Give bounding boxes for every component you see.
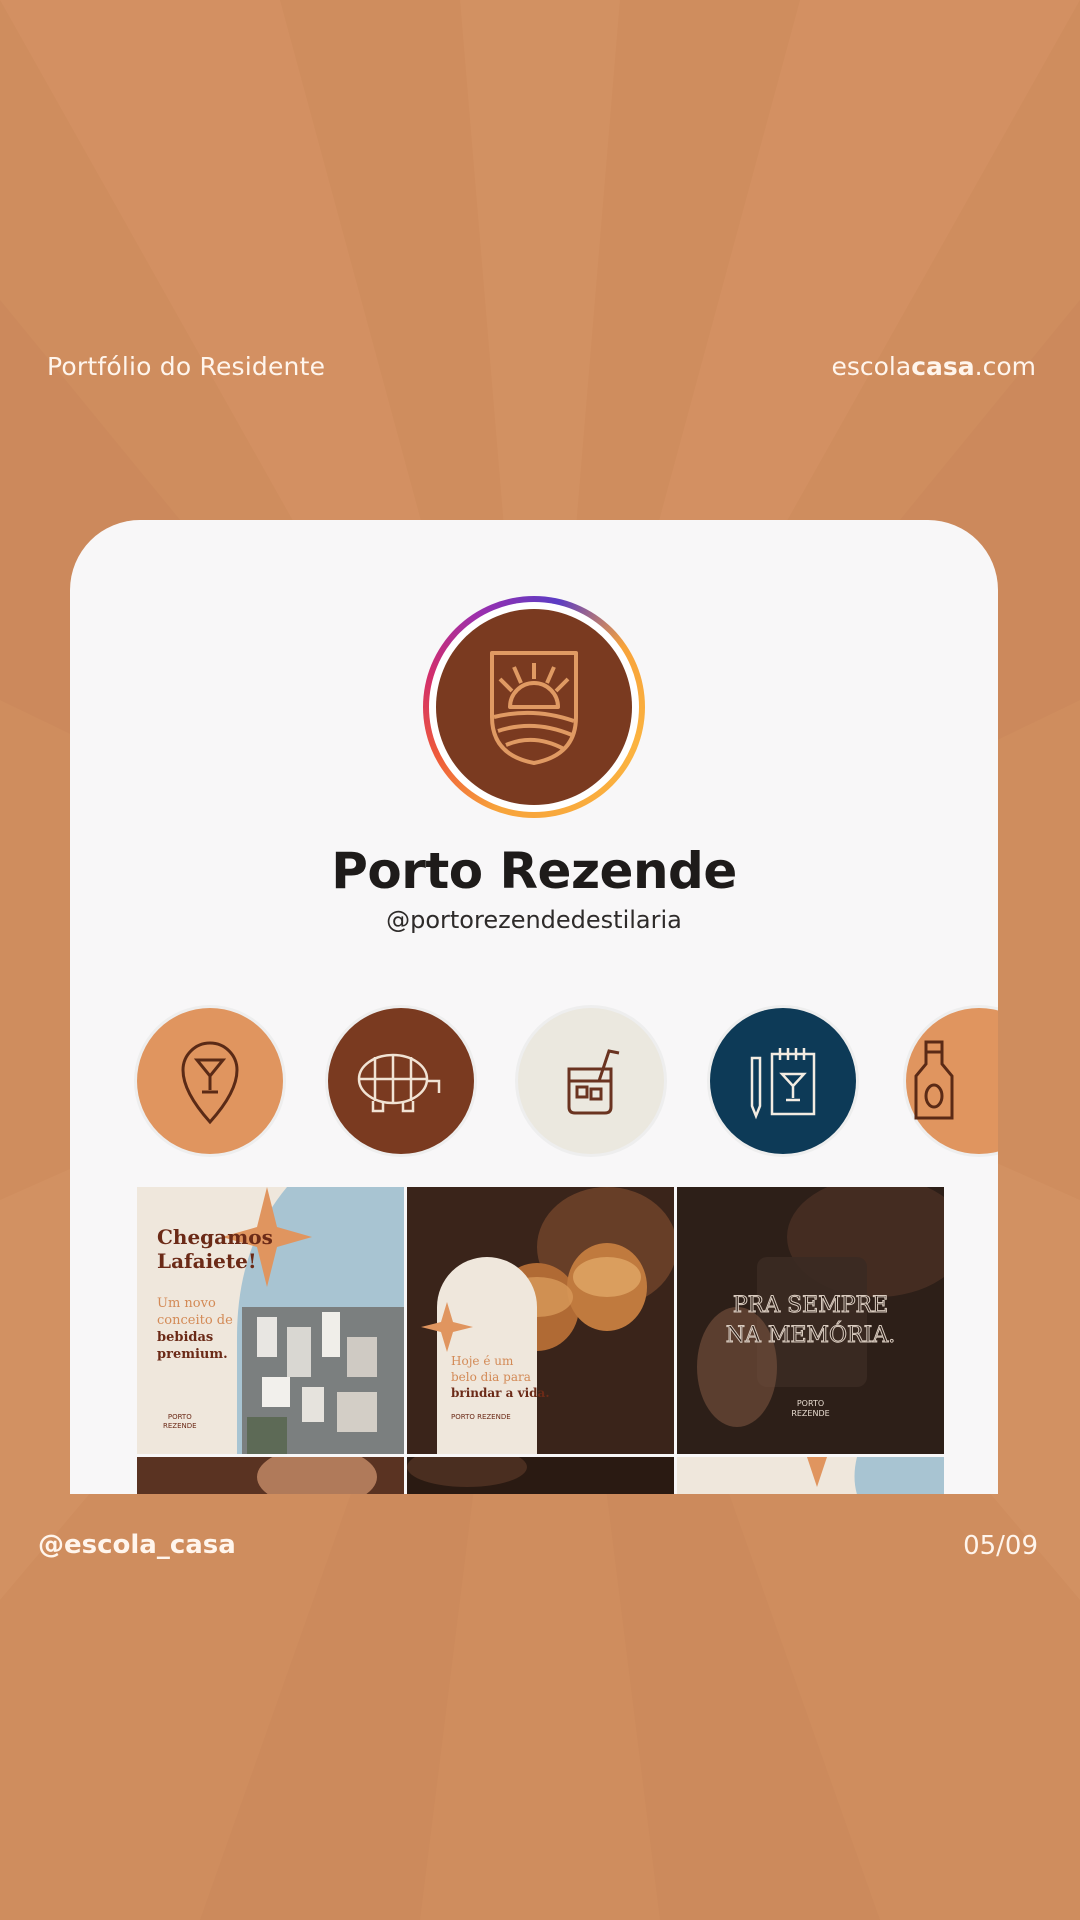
- post3-logo-line2: REZENDE: [791, 1409, 830, 1418]
- post1-body-line4: premium.: [157, 1347, 228, 1362]
- site-url: escolacasa.com: [831, 352, 1036, 381]
- highlight-bottle[interactable]: [906, 1008, 998, 1154]
- post-tile[interactable]: Chegamos Lafaiete! Um novo conceito de b…: [137, 1187, 404, 1454]
- post-tile[interactable]: [137, 1457, 404, 1494]
- post-toast-photo: [407, 1187, 674, 1454]
- highlight-barrel[interactable]: [328, 1008, 474, 1154]
- highlight-location[interactable]: [137, 1008, 283, 1154]
- post3-line2: NA MEMÓRIA.: [725, 1323, 896, 1349]
- drink-glass-icon: [567, 1049, 620, 1115]
- highlight-menu[interactable]: [710, 1008, 856, 1154]
- post1-title-line1: Chegamos: [157, 1225, 273, 1249]
- barrel-icon: [357, 1053, 441, 1113]
- post-tile[interactable]: [677, 1457, 944, 1494]
- post-tile[interactable]: [407, 1457, 674, 1494]
- portfolio-label: Portfólio do Residente: [47, 352, 326, 381]
- post-photo: [807, 1457, 944, 1494]
- site-url-bold: casa: [911, 352, 975, 381]
- post-photo: [257, 1457, 377, 1494]
- profile-name: Porto Rezende: [331, 842, 737, 900]
- post-photo: [407, 1457, 527, 1487]
- post1-body-line3: bebidas: [157, 1330, 214, 1345]
- page-counter: 05/09: [963, 1531, 1038, 1561]
- profile-handle: @portorezendedestilaria: [386, 906, 682, 934]
- avatar[interactable]: [436, 609, 632, 805]
- story-ring[interactable]: [423, 596, 645, 818]
- instagram-profile-card: Porto Rezende @portorezendedestilaria Ch…: [70, 520, 998, 1494]
- post3-line1: PRA SEMPRE: [732, 1293, 889, 1319]
- post1-body-line1: Um novo: [157, 1296, 216, 1311]
- post2-logo: PORTO REZENDE: [451, 1413, 511, 1421]
- post-tile[interactable]: Hoje é um belo dia para brindar a vida. …: [407, 1187, 674, 1454]
- menu-notepad-icon: [750, 1048, 816, 1120]
- location-cocktail-icon: [181, 1041, 239, 1125]
- post-tile[interactable]: PRA SEMPRE NA MEMÓRIA. PORTO REZENDE: [677, 1187, 944, 1454]
- instagram-handle: @escola_casa: [38, 1530, 236, 1560]
- post2-line1: Hoje é um: [451, 1354, 514, 1368]
- post1-title-line2: Lafaiete!: [157, 1249, 257, 1273]
- post3-logo-line1: PORTO: [796, 1399, 825, 1408]
- site-url-suffix: .com: [974, 352, 1036, 381]
- post-grid: Chegamos Lafaiete! Um novo conceito de b…: [137, 1187, 945, 1494]
- post1-body-line2: conceito de: [157, 1313, 233, 1328]
- highlight-drink[interactable]: [518, 1008, 664, 1154]
- post2-line2: belo dia para: [451, 1370, 531, 1384]
- brand-shield-logo-icon: [490, 651, 578, 765]
- post2-line3: brindar a vida.: [451, 1386, 550, 1400]
- post1-logo-line2: REZENDE: [163, 1422, 197, 1430]
- site-url-prefix: escola: [831, 352, 912, 381]
- bottle-icon: [914, 1040, 954, 1120]
- post1-logo-line1: PORTO: [167, 1413, 192, 1421]
